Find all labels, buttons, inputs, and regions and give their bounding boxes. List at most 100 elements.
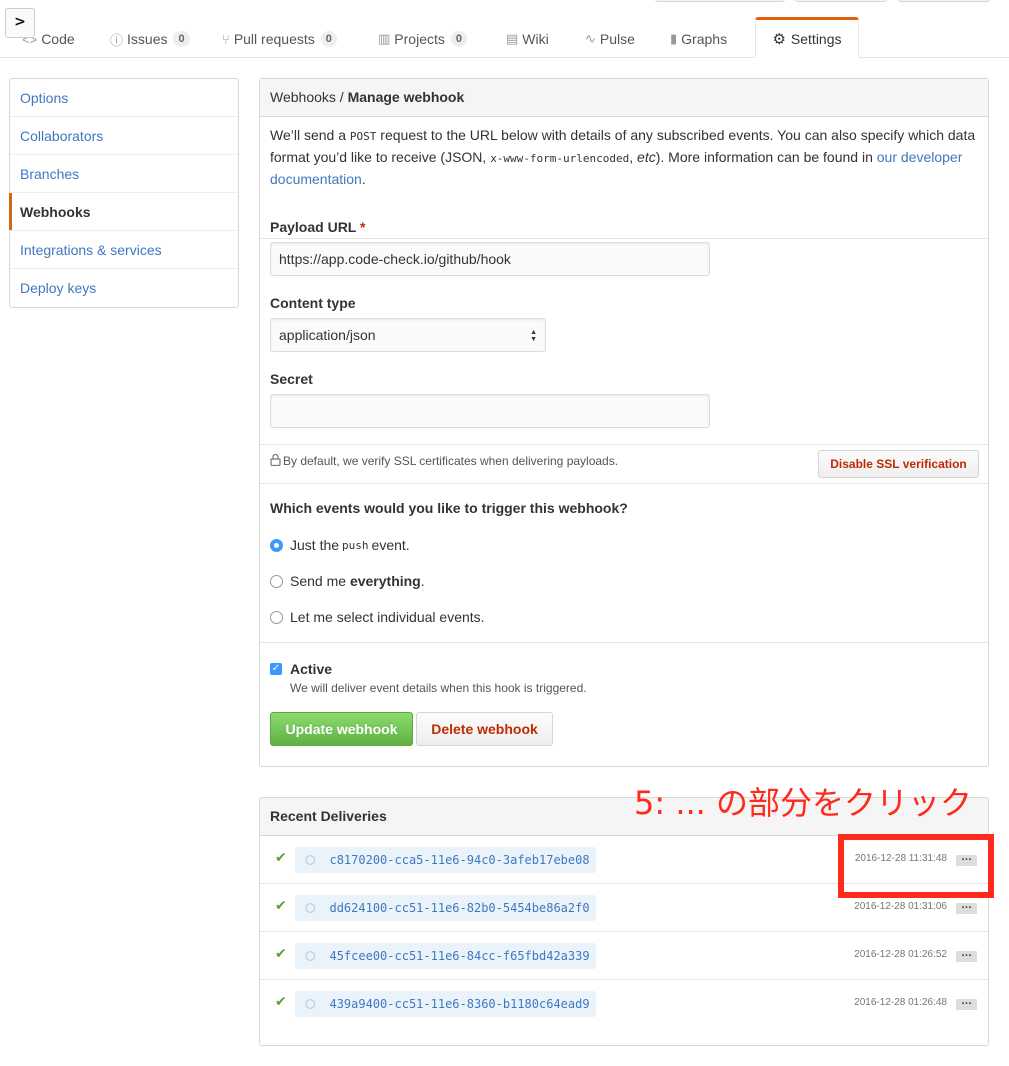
package-icon: ⬡	[305, 997, 316, 1011]
breadcrumb-webhooks-link[interactable]: Webhooks	[270, 89, 336, 105]
delivery-guid-text: dd624100-cc51-11e6-82b0-5454be86a2f0	[329, 901, 590, 915]
event-option-everything[interactable]: Send me everything.	[270, 573, 425, 589]
event-push-text: Just the	[290, 537, 340, 553]
delivery-guid[interactable]: ⬡ 439a9400-cc51-11e6-8360-b1180c64ead9	[295, 991, 596, 1017]
annotation-highlight-box	[838, 834, 994, 898]
sidebar-item-deploy-keys[interactable]: Deploy keys	[10, 269, 238, 307]
event-all-text: .	[420, 573, 425, 589]
payload-url-label-text: Payload URL	[270, 219, 357, 235]
gear-icon: ⚙	[772, 30, 786, 48]
tab-label: Projects	[394, 31, 445, 47]
delete-webhook-button[interactable]: Delete webhook	[416, 712, 553, 746]
radio-push[interactable]	[270, 538, 283, 552]
sidebar-item-collaborators[interactable]: Collaborators	[10, 117, 238, 155]
expand-sidebar-button[interactable]: >	[5, 8, 35, 38]
required-mark: *	[360, 219, 366, 235]
intro-code-post: POST	[349, 130, 377, 143]
annotation-instruction: 5: ... の部分をクリック	[634, 784, 973, 822]
delivery-guid[interactable]: ⬡ dd624100-cc51-11e6-82b0-5454be86a2f0	[295, 895, 596, 921]
tab-label: Pulse	[599, 31, 635, 47]
delivery-row[interactable]: ✔ ⬡ 439a9400-cc51-11e6-8360-b1180c64ead9…	[260, 980, 988, 1028]
ellipsis-button[interactable]: ...	[956, 950, 977, 962]
tab-pulse[interactable]: ∿ Pulse	[585, 30, 635, 48]
active-note: We will deliver event details when this …	[290, 681, 587, 695]
secret-input[interactable]	[270, 394, 710, 428]
tab-settings[interactable]: ⚙ Settings	[755, 17, 859, 58]
page-title: Manage webhook	[347, 89, 465, 105]
payload-url-label: Payload URL *	[270, 219, 365, 235]
tab-graphs[interactable]: ▮ Graphs	[670, 30, 727, 48]
webhook-intro: We’ll send a POST request to the URL bel…	[260, 117, 988, 239]
header-button-edge[interactable]	[795, 0, 887, 2]
content-type-label: Content type	[270, 295, 356, 311]
event-all-bold: everything	[349, 573, 421, 589]
breadcrumb-separator: /	[335, 89, 348, 105]
update-webhook-button[interactable]: Update webhook	[270, 712, 413, 746]
settings-menu: Options Collaborators Branches Webhooks …	[9, 78, 239, 308]
issue-opened-icon: ⓘ	[110, 32, 124, 48]
check-icon: ✔	[275, 946, 287, 962]
ellipsis-button[interactable]: ...	[956, 998, 977, 1010]
event-option-push[interactable]: Just the push event.	[270, 537, 410, 553]
delivery-row[interactable]: ✔ ⬡ 45fcee00-cc51-11e6-84cc-f65fbd42a339…	[260, 932, 988, 980]
secret-label: Secret	[270, 371, 313, 387]
breadcrumb: Webhooks / Manage webhook	[260, 79, 988, 117]
radio-everything[interactable]	[270, 574, 283, 588]
intro-text: .	[361, 171, 366, 187]
tab-projects[interactable]: ▥ Projects 0	[378, 30, 467, 48]
payload-url-input[interactable]: https://app.code-check.io/github/hook	[270, 242, 710, 276]
tab-wiki[interactable]: ▤ Wiki	[506, 30, 549, 48]
delivery-guid[interactable]: ⬡ 45fcee00-cc51-11e6-84cc-f65fbd42a339	[295, 943, 596, 969]
tab-label: Graphs	[681, 31, 728, 47]
intro-etc: etc	[637, 149, 656, 165]
graph-icon: ▮	[670, 31, 678, 46]
delivery-guid-text: c8170200-cca5-11e6-94c0-3afeb17ebe08	[329, 853, 590, 867]
intro-text: We’ll send a	[270, 127, 350, 143]
sidebar-item-branches[interactable]: Branches	[10, 155, 238, 193]
delivery-timestamp: 2016-12-28 01:31:06	[854, 901, 947, 912]
check-icon: ✔	[275, 850, 287, 866]
projects-counter: 0	[450, 31, 467, 47]
divider	[260, 444, 988, 445]
ellipsis-button[interactable]: ...	[956, 902, 977, 914]
select-arrows-icon: ▲ ▼	[530, 329, 537, 343]
delivery-timestamp: 2016-12-28 01:26:48	[854, 997, 947, 1008]
tab-label: Issues	[127, 31, 168, 47]
sidebar-item-webhooks[interactable]: Webhooks	[9, 193, 238, 231]
active-checkbox[interactable]: ✓	[270, 663, 282, 675]
sidebar-item-integrations[interactable]: Integrations & services	[10, 231, 238, 269]
events-question: Which events would you like to trigger t…	[270, 500, 628, 516]
delivery-timestamp: 2016-12-28 01:26:52	[854, 949, 947, 960]
intro-text: ). More information can be found in	[655, 149, 877, 165]
delivery-guid[interactable]: ⬡ c8170200-cca5-11e6-94c0-3afeb17ebe08	[295, 847, 596, 873]
header-button-edge[interactable]	[655, 0, 785, 2]
package-icon: ⬡	[305, 901, 316, 915]
issues-counter: 0	[173, 31, 190, 47]
delivery-guid-text: 45fcee00-cc51-11e6-84cc-f65fbd42a339	[329, 949, 590, 963]
event-push-code: push	[342, 538, 369, 552]
disable-ssl-button[interactable]: Disable SSL verification	[818, 450, 979, 478]
check-icon: ✔	[275, 898, 287, 914]
ssl-note-text: By default, we verify SSL certificates w…	[283, 454, 619, 468]
book-icon: ▤	[506, 31, 519, 46]
tab-label: Wiki	[522, 31, 549, 47]
event-option-individual[interactable]: Let me select individual events.	[270, 609, 485, 625]
package-icon: ⬡	[305, 853, 316, 867]
pulse-icon: ∿	[585, 31, 596, 46]
git-pull-request-icon: ⑂	[222, 31, 230, 47]
event-push-text: event.	[371, 537, 410, 553]
active-label: Active	[290, 661, 333, 677]
tab-label: Settings	[790, 30, 842, 47]
tab-pull-requests[interactable]: ⑂ Pull requests 0	[222, 30, 337, 48]
content-type-select[interactable]: application/json ▲ ▼	[270, 318, 546, 352]
event-individual-text: Let me select individual events.	[290, 609, 485, 625]
radio-individual[interactable]	[270, 610, 283, 624]
package-icon: ⬡	[305, 949, 316, 963]
header-button-edge[interactable]	[898, 0, 990, 2]
sidebar-item-options[interactable]: Options	[10, 79, 238, 117]
repo-nav: <> Code ⓘ Issues 0 ⑂ Pull requests 0 ▥ P…	[0, 0, 1009, 58]
event-all-text: Send me	[290, 573, 350, 589]
intro-text: ,	[629, 149, 638, 165]
tab-issues[interactable]: ⓘ Issues 0	[110, 30, 190, 48]
delivery-guid-text: 439a9400-cc51-11e6-8360-b1180c64ead9	[329, 997, 590, 1011]
